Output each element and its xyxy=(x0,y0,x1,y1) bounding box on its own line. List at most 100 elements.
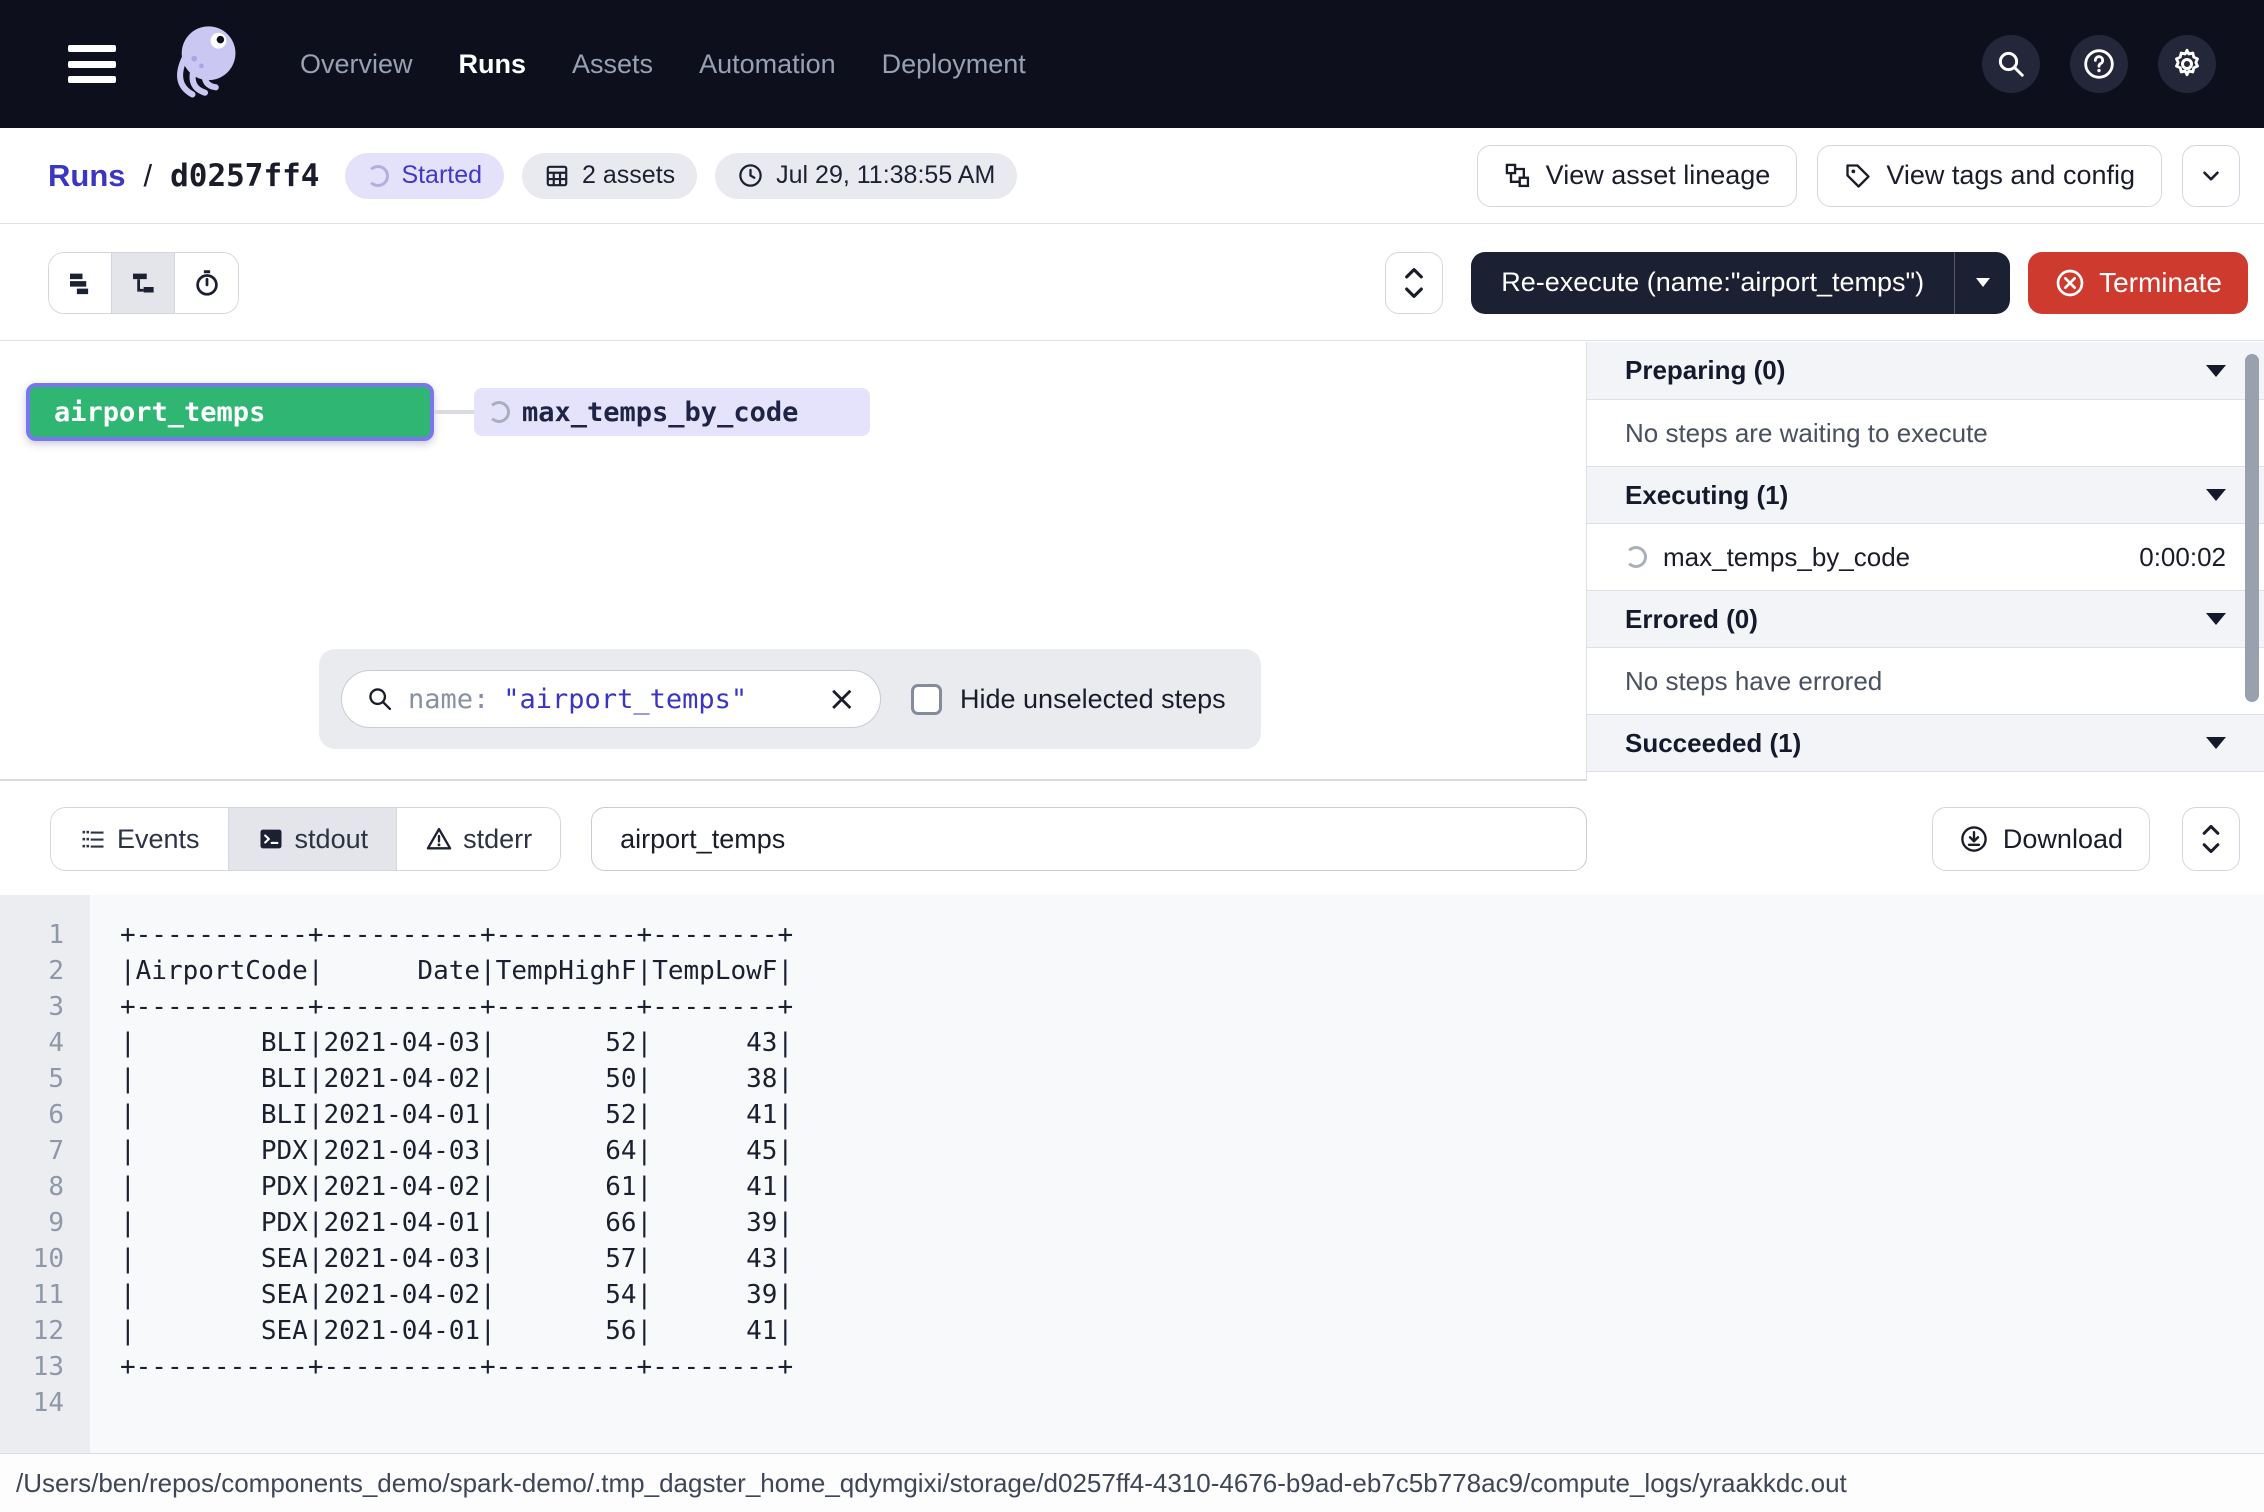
dropdown-caret-icon xyxy=(1976,278,1990,287)
assets-grid-icon xyxy=(544,163,570,189)
log-line: |AirportCode| Date|TempHighF|TempLowF| xyxy=(120,953,2264,989)
log-file-path: /Users/ben/repos/components_demo/spark-d… xyxy=(16,1468,1847,1499)
run-header-actions: View asset lineage View tags and config xyxy=(1477,145,2240,207)
line-number: 5 xyxy=(0,1061,90,1097)
view-waterfall-gantt-button[interactable] xyxy=(112,253,175,313)
breadcrumb-runs-link[interactable]: Runs xyxy=(48,158,126,194)
step-filter-input[interactable]: name: "airport_temps" × xyxy=(341,670,881,728)
nav-assets[interactable]: Assets xyxy=(572,49,653,80)
log-line: | PDX|2021-04-03| 64| 45| xyxy=(120,1133,2264,1169)
collapse-caret-icon xyxy=(2206,737,2226,749)
nav-runs[interactable]: Runs xyxy=(459,49,527,80)
download-label: Download xyxy=(2003,824,2123,855)
log-viewer[interactable]: 1 2 3 4 5 6 7 8 9 10 11 12 13 14 +------… xyxy=(0,895,2264,1453)
terminate-label: Terminate xyxy=(2099,267,2222,299)
view-asset-lineage-label: View asset lineage xyxy=(1546,160,1771,191)
dagster-run-page: Overview Runs Assets Automation Deployme… xyxy=(0,0,2264,1512)
nav-deployment[interactable]: Deployment xyxy=(882,49,1026,80)
collapse-caret-icon xyxy=(2206,613,2226,625)
section-executing[interactable]: Executing (1) xyxy=(1587,466,2264,524)
expand-log-panel-button[interactable] xyxy=(2182,807,2240,871)
terminate-button[interactable]: Terminate xyxy=(2028,252,2248,314)
lineage-icon xyxy=(1504,162,1532,190)
dagster-logo[interactable] xyxy=(162,16,248,112)
more-run-actions-button[interactable] xyxy=(2182,145,2240,207)
download-log-button[interactable]: Download xyxy=(1932,807,2150,871)
run-id: d0257ff4 xyxy=(170,158,319,194)
step-node-airport-temps[interactable]: airport_temps xyxy=(26,383,434,441)
line-number: 3 xyxy=(0,989,90,1025)
line-number: 14 xyxy=(0,1385,90,1421)
section-preparing-title: Preparing (0) xyxy=(1625,355,1785,386)
reexecute-button[interactable]: Re-execute (name:"airport_temps") xyxy=(1471,267,1954,298)
view-flat-gantt-button[interactable] xyxy=(49,253,112,313)
log-line: | PDX|2021-04-01| 66| 39| xyxy=(120,1205,2264,1241)
executing-spinner-icon xyxy=(488,401,510,423)
hide-unselected-label: Hide unselected steps xyxy=(960,684,1226,715)
collapse-caret-icon xyxy=(2206,489,2226,501)
zoom-fit-button[interactable] xyxy=(1385,252,1443,314)
tab-stderr[interactable]: stderr xyxy=(397,808,560,870)
section-errored-title: Errored (0) xyxy=(1625,604,1758,635)
run-badges: Started 2 assets Jul 29, 11:38:55 AM xyxy=(345,153,1017,199)
status-badge: Started xyxy=(345,153,504,199)
section-succeeded-title: Succeeded (1) xyxy=(1625,728,1801,759)
hide-unselected-checkbox[interactable] xyxy=(911,684,942,715)
log-line: | SEA|2021-04-03| 57| 43| xyxy=(120,1241,2264,1277)
section-executing-title: Executing (1) xyxy=(1625,480,1788,511)
log-line: | BLI|2021-04-01| 52| 41| xyxy=(120,1097,2264,1133)
executing-elapsed-time: 0:00:02 xyxy=(2139,542,2226,573)
panel-scrollbar[interactable] xyxy=(2245,354,2259,702)
gantt-view-switcher xyxy=(48,252,239,314)
log-line: +-----------+----------+---------+------… xyxy=(120,989,2264,1025)
line-number: 6 xyxy=(0,1097,90,1133)
log-actions: Download xyxy=(1932,807,2240,871)
start-time-label: Jul 29, 11:38:55 AM xyxy=(776,161,995,190)
executing-step-row[interactable]: max_temps_by_code 0:00:02 xyxy=(1587,524,2264,590)
tab-events[interactable]: Events xyxy=(51,808,229,870)
log-type-tabs: Events stdout stderr xyxy=(50,807,561,871)
settings-button[interactable] xyxy=(2158,35,2216,93)
view-timer-button[interactable] xyxy=(175,253,238,313)
clock-icon xyxy=(737,162,764,189)
stopwatch-icon xyxy=(192,268,222,298)
errored-empty-row: No steps have errored xyxy=(1587,648,2264,714)
line-number: 2 xyxy=(0,953,90,989)
search-button[interactable] xyxy=(1982,35,2040,93)
tag-icon xyxy=(1844,162,1872,190)
logs-toolbar: Events stdout stderr xyxy=(0,783,2264,895)
reexecute-dropdown-button[interactable] xyxy=(1954,252,2010,314)
run-gantt-section: airport_temps max_temps_by_code name: "a… xyxy=(0,342,2264,781)
gantt-canvas[interactable]: airport_temps max_temps_by_code name: "a… xyxy=(0,342,1586,779)
view-tags-config-button[interactable]: View tags and config xyxy=(1817,145,2162,207)
log-line: | SEA|2021-04-02| 54| 39| xyxy=(120,1277,2264,1313)
section-preparing[interactable]: Preparing (0) xyxy=(1587,342,2264,400)
filter-query-prefix: name: xyxy=(408,684,489,715)
menu-button[interactable] xyxy=(68,45,116,83)
terminate-icon xyxy=(2054,267,2086,299)
download-icon xyxy=(1959,824,1989,854)
section-succeeded[interactable]: Succeeded (1) xyxy=(1587,714,2264,772)
nav-automation[interactable]: Automation xyxy=(699,49,836,80)
help-button[interactable] xyxy=(2070,35,2128,93)
events-list-icon xyxy=(79,825,107,853)
log-line: +-----------+----------+---------+------… xyxy=(120,917,2264,953)
tab-events-label: Events xyxy=(117,824,200,855)
section-errored[interactable]: Errored (0) xyxy=(1587,590,2264,648)
clear-filter-button[interactable]: × xyxy=(828,682,857,716)
run-header: Runs / d0257ff4 Started 2 assets xyxy=(0,128,2264,224)
line-number: 13 xyxy=(0,1349,90,1385)
nav-overview[interactable]: Overview xyxy=(300,49,413,80)
up-down-chevrons-icon xyxy=(1401,266,1427,300)
log-step-selector[interactable]: airport_temps xyxy=(591,807,1587,871)
compute-logs-section: Events stdout stderr xyxy=(0,783,2264,1512)
line-number-gutter: 1 2 3 4 5 6 7 8 9 10 11 12 13 14 xyxy=(0,895,90,1453)
breadcrumb-separator: / xyxy=(144,158,153,194)
step-node-max-temps-by-code[interactable]: max_temps_by_code xyxy=(474,388,870,436)
log-step-selector-value: airport_temps xyxy=(620,824,785,855)
octopus-logo-icon xyxy=(162,19,248,109)
assets-badge[interactable]: 2 assets xyxy=(522,153,697,199)
preparing-empty-text: No steps are waiting to execute xyxy=(1625,418,1988,449)
view-asset-lineage-button[interactable]: View asset lineage xyxy=(1477,145,1798,207)
tab-stdout[interactable]: stdout xyxy=(229,808,398,870)
